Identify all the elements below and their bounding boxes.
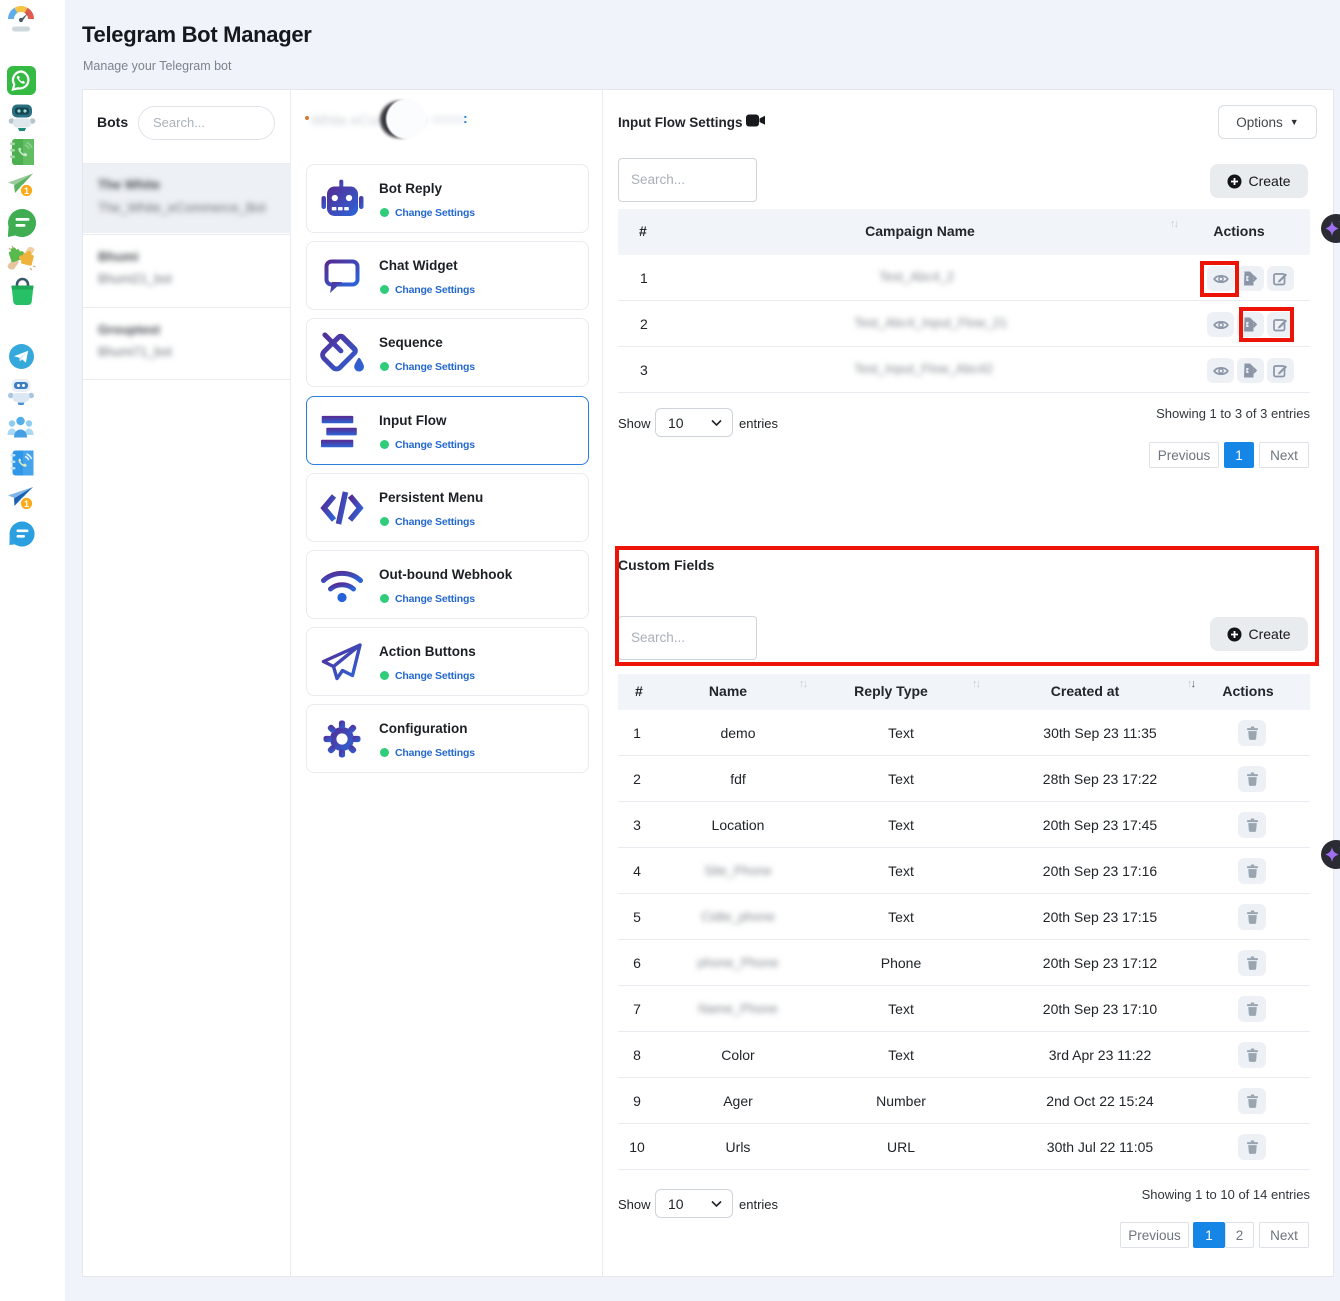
svg-text:1: 1	[24, 186, 29, 196]
svg-text:1: 1	[24, 499, 29, 509]
